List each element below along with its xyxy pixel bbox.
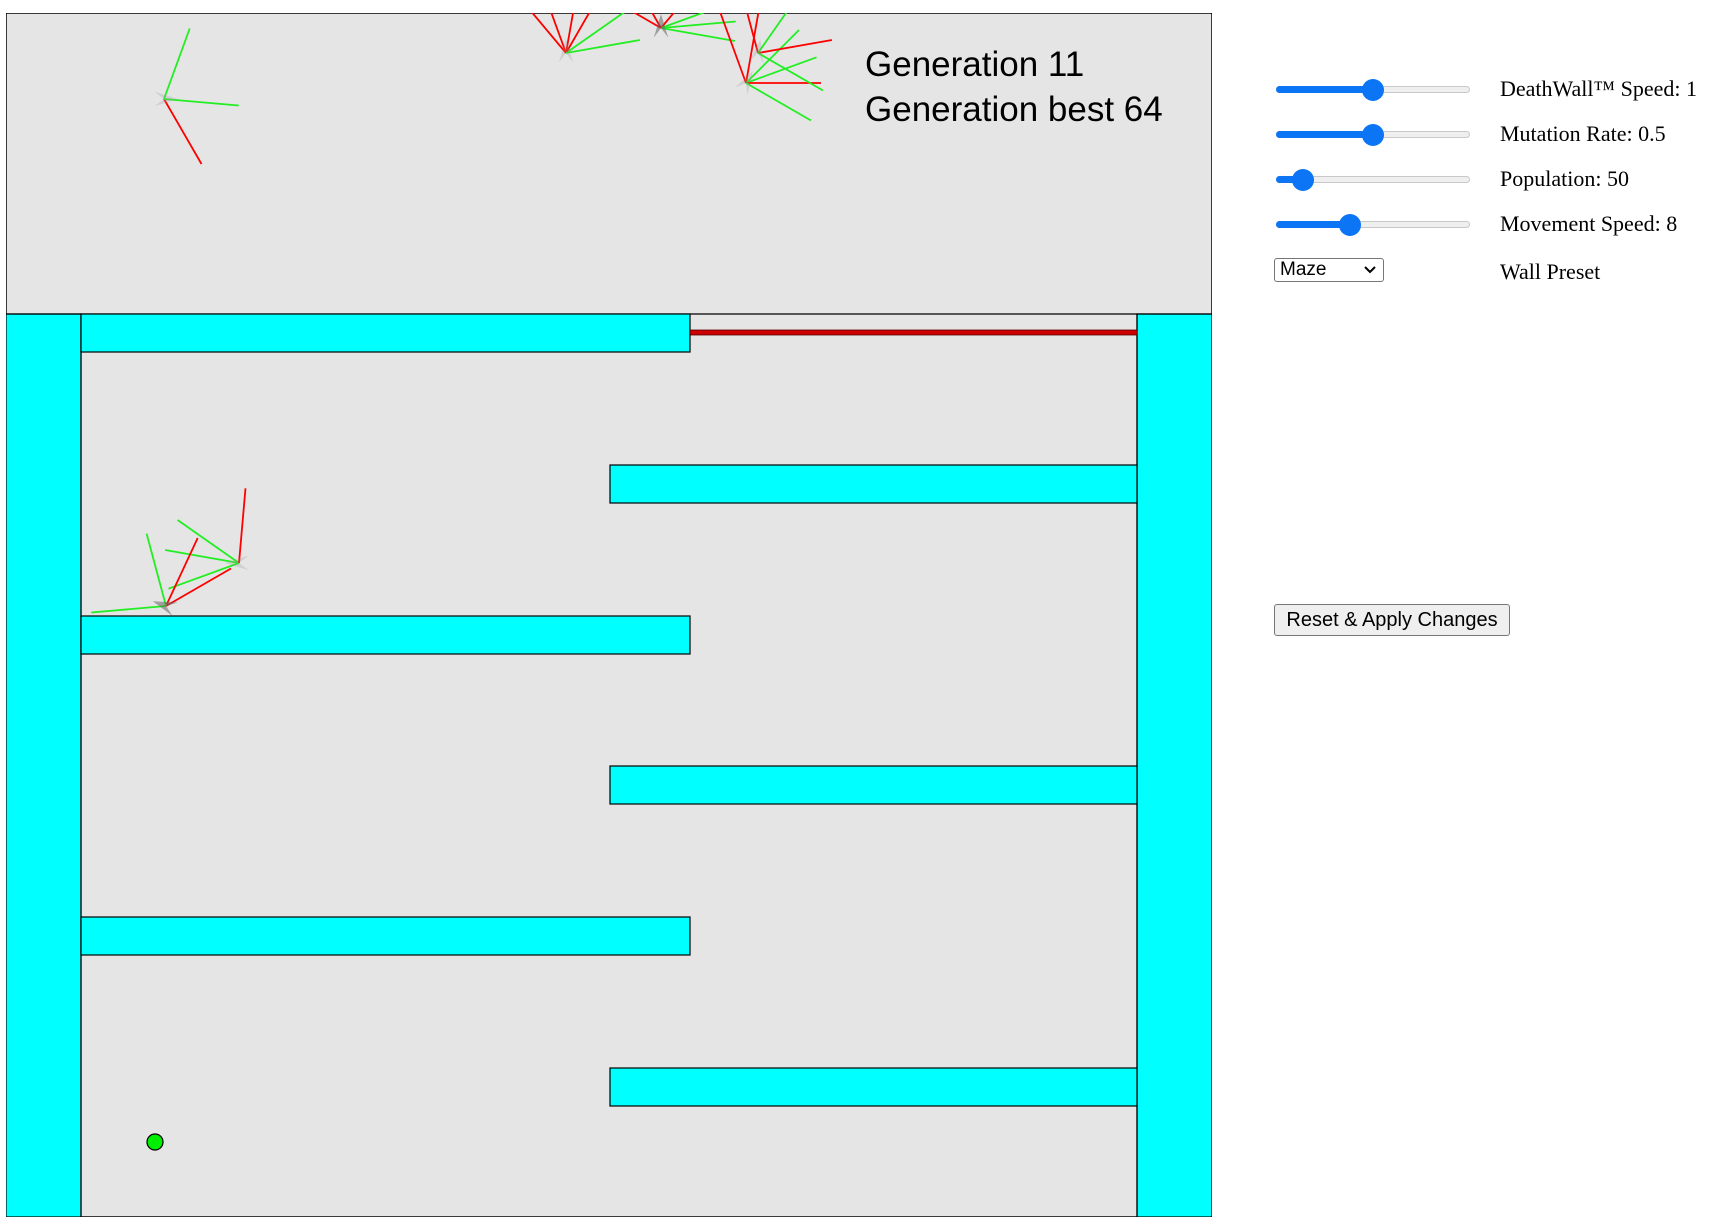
chevron-down-icon [1364, 266, 1376, 274]
maze-bar-5 [80, 916, 691, 956]
maze-bar-2 [609, 464, 1138, 504]
mutation-rate-row: Mutation Rate: 0.5 [1270, 115, 1725, 155]
arena-background [6, 13, 1212, 1217]
population-row: Population: 50 [1270, 160, 1725, 200]
movement-speed-label: Movement Speed: 8 [1500, 211, 1678, 236]
slider-thumb[interactable] [1338, 214, 1361, 236]
mutation-rate-label: Mutation Rate: 0.5 [1500, 121, 1666, 146]
goal-marker [146, 1133, 164, 1151]
slider-fill [1276, 86, 1373, 93]
mutation-rate-slider[interactable] [1276, 124, 1470, 146]
maze-bar-6 [609, 1067, 1138, 1107]
wall-preset-label: Wall Preset [1500, 259, 1601, 284]
deathwall-speed-slider[interactable] [1276, 79, 1470, 101]
reset-apply-button[interactable]: Reset & Apply Changes [1274, 604, 1510, 636]
wall-preset-value: Maze [1280, 259, 1327, 280]
simulation-canvas: Generation 11 Generation best 64 [6, 13, 1212, 1217]
movement-speed-slider[interactable] [1276, 214, 1470, 236]
deathwall-speed-row: DeathWall™ Speed: 1 [1270, 70, 1725, 110]
maze-bar-3 [80, 615, 691, 655]
deathwall-speed-label: DeathWall™ Speed: 1 [1500, 76, 1697, 101]
generation-counter: Generation 11 [865, 45, 1084, 84]
maze-bar-1 [80, 313, 691, 353]
slider-thumb[interactable] [1362, 79, 1384, 101]
control-panel: DeathWall™ Speed: 1 Mutation Rate: 0.5 P… [1270, 0, 1725, 700]
movement-speed-row: Movement Speed: 8 [1270, 205, 1725, 245]
generation-best: Generation best 64 [865, 90, 1163, 129]
slider-thumb[interactable] [1362, 124, 1384, 146]
left-outer-wall [6, 313, 82, 1217]
right-outer-wall [1136, 313, 1212, 1217]
population-label: Population: 50 [1500, 166, 1629, 191]
maze-bar-4 [609, 765, 1138, 805]
slider-thumb[interactable] [1292, 169, 1315, 191]
slider-fill [1276, 131, 1373, 138]
wall-preset-select[interactable]: Maze [1274, 258, 1384, 282]
death-wall [689, 329, 1138, 336]
population-slider[interactable] [1276, 169, 1470, 191]
